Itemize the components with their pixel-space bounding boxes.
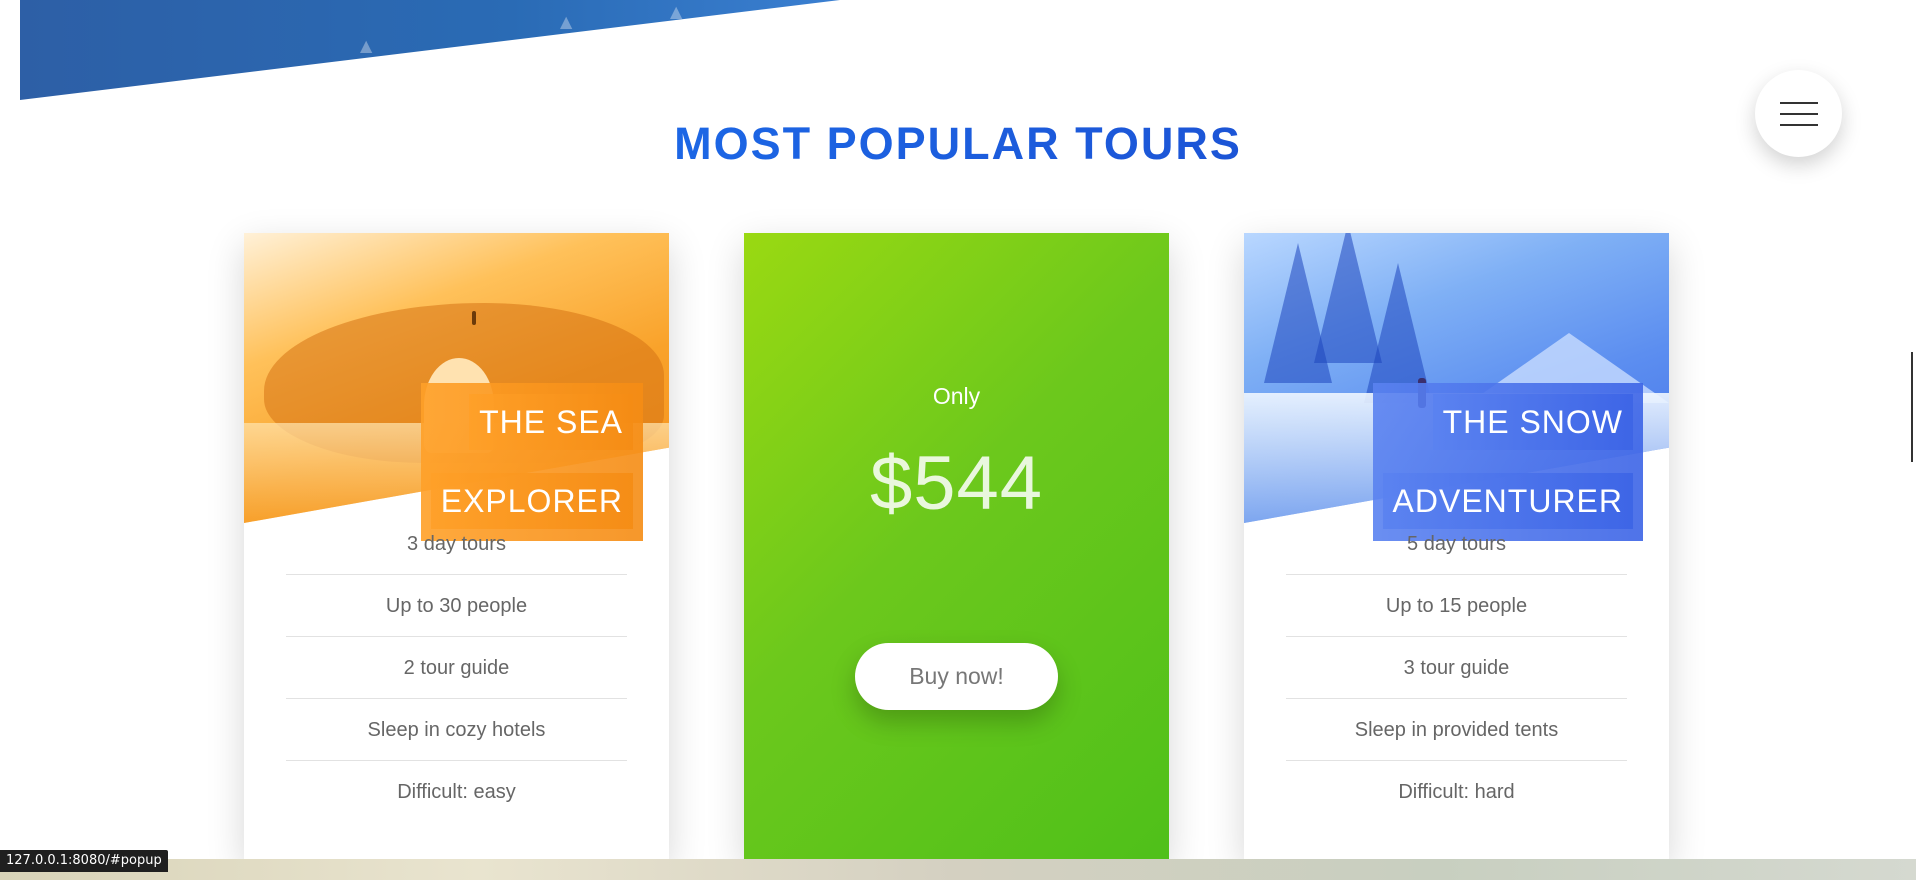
buy-now-button[interactable]: Buy now! xyxy=(855,643,1058,710)
next-section-image-edge xyxy=(0,859,1916,880)
list-item: Difficult: easy xyxy=(397,781,516,803)
scroll-indicator[interactable] xyxy=(1911,352,1913,462)
only-label: Only xyxy=(932,383,981,409)
hamburger-icon-line xyxy=(1779,101,1818,104)
person-silhouette xyxy=(472,311,476,325)
tree-icon: ▲ xyxy=(670,2,683,21)
list-item: Up to 15 people xyxy=(1286,575,1627,637)
tour-price: $544 xyxy=(869,441,1044,526)
tour-details-list: 5 day tours Up to 15 people 3 tour guide… xyxy=(1286,523,1627,823)
page: ▲ ▲ ▲ MOST POPULAR TOURS THE SEA EXPLORE… xyxy=(0,0,1916,880)
link-status-bar: 127.0.0.1:8080/#popup xyxy=(0,850,168,872)
tour-card-sea-explorer: THE SEA EXPLORER 3 day tours Up to 30 pe… xyxy=(244,233,669,859)
list-item: Sleep in provided tents xyxy=(1286,699,1627,761)
hamburger-icon-line xyxy=(1779,112,1818,115)
menu-button[interactable] xyxy=(1755,70,1842,157)
tree-icon: ▲ xyxy=(560,12,573,31)
list-item: Up to 30 people xyxy=(286,575,627,637)
hero-image-edge: ▲ ▲ ▲ xyxy=(20,0,840,100)
tour-details-list: 3 day tours Up to 30 people 2 tour guide… xyxy=(286,523,627,823)
tree-icon: ▲ xyxy=(360,36,373,55)
list-item: Sleep in cozy hotels xyxy=(286,699,627,761)
card-title-line: THE SNOW xyxy=(1432,394,1633,450)
hamburger-icon-line xyxy=(1779,123,1818,126)
list-item: Difficult: hard xyxy=(1398,781,1515,803)
tour-card-snow-adventurer: THE SNOW ADVENTURER 5 day tours Up to 15… xyxy=(1244,233,1669,859)
list-item: 5 day tours xyxy=(1286,513,1627,575)
list-item: 2 tour guide xyxy=(286,637,627,699)
list-item: 3 tour guide xyxy=(1286,637,1627,699)
card-title-line: THE SEA xyxy=(469,394,633,450)
list-item: 3 day tours xyxy=(286,513,627,575)
tour-card-price xyxy=(744,233,1169,859)
section-heading: MOST POPULAR TOURS xyxy=(0,118,1916,170)
